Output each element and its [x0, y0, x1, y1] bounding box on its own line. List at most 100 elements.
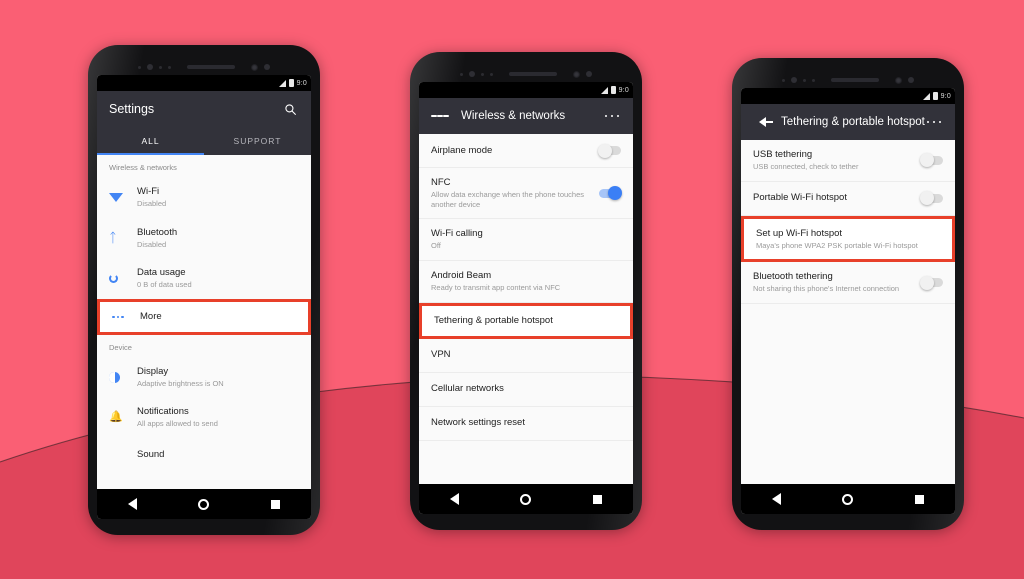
list-item-subtitle: Adaptive brightness is ON [137, 378, 224, 388]
battery-icon [288, 79, 294, 87]
list-item-title: Cellular networks [431, 383, 504, 395]
wireless-list: Airplane mode NFC Allow data exchange wh… [419, 134, 633, 484]
led-indicator-icon [812, 78, 815, 82]
hamburger-icon[interactable] [431, 107, 449, 125]
list-item-notifications[interactable]: 🔔 Notifications All apps allowed to send [97, 397, 311, 438]
list-item-more[interactable]: More [97, 298, 311, 335]
section-header-device: Device [109, 342, 132, 352]
light-sensor-icon [803, 78, 806, 82]
search-icon[interactable] [281, 100, 299, 118]
list-item-subtitle: Not sharing this phone's Internet connec… [753, 284, 900, 294]
list-item-title: Network settings reset [431, 417, 525, 429]
battery-icon [610, 86, 616, 94]
recents-nav-icon[interactable] [593, 494, 603, 504]
list-item-subtitle: USB connected, check to tether [753, 161, 859, 171]
list-item-title: Wi-Fi calling [431, 228, 483, 240]
sensor-icon [264, 64, 270, 70]
tethering-list: USB tethering USB connected, check to te… [741, 140, 955, 484]
status-bar: 9:0 [741, 88, 955, 104]
page-title: Wireless & networks [461, 110, 566, 122]
tab-all[interactable]: ALL [97, 127, 204, 155]
list-item-nfc[interactable]: NFC Allow data exchange when the phone t… [419, 168, 633, 220]
list-item-bluetooth[interactable]: ᛏ Bluetooth Disabled [97, 218, 311, 259]
bluetooth-tethering-toggle[interactable] [920, 275, 943, 290]
settings-list: Wireless & networks Wi-Fi Disabled ᛏ Blu… [97, 155, 311, 489]
list-item-sound[interactable]: Sound [97, 438, 311, 472]
list-item-title: Notifications [137, 406, 189, 418]
list-item-title: Data usage [137, 267, 186, 279]
status-clock: 9:0 [618, 86, 629, 94]
status-clock: 9:0 [296, 79, 307, 87]
section-header-wireless: Wireless & networks [109, 163, 177, 172]
front-camera-icon [573, 70, 580, 78]
display-icon [109, 371, 137, 383]
list-item-android-beam[interactable]: Android Beam Ready to transmit app conte… [419, 261, 633, 303]
usb-tethering-toggle[interactable] [920, 153, 943, 168]
home-nav-icon[interactable] [520, 493, 532, 505]
list-item-subtitle: All apps allowed to send [137, 419, 218, 429]
tab-all-label: ALL [141, 136, 160, 146]
list-item-subtitle: Ready to transmit app content via NFC [431, 282, 561, 292]
iris-sensor-icon [147, 64, 153, 70]
portable-hotspot-toggle[interactable] [920, 191, 943, 206]
tab-support-label: SUPPORT [233, 136, 282, 146]
list-item-airplane-mode[interactable]: Airplane mode [419, 134, 633, 168]
list-item-title: Bluetooth tethering [753, 271, 833, 283]
signal-icon [922, 92, 930, 100]
phone-screen-settings: 9:0 Settings ALL SUPPORT Wireless & netw… [97, 75, 311, 519]
list-item-network-settings-reset[interactable]: Network settings reset [419, 407, 633, 441]
list-item-title: Wi-Fi [137, 186, 160, 197]
more-icon [112, 315, 140, 319]
earpiece-speaker [187, 65, 235, 69]
back-nav-icon[interactable] [127, 498, 137, 510]
overflow-menu-icon[interactable] [603, 107, 621, 125]
front-camera-icon [251, 63, 258, 71]
recents-nav-icon[interactable] [915, 494, 925, 504]
page-title: Settings [109, 102, 155, 116]
list-item-portable-wifi-hotspot[interactable]: Portable Wi-Fi hotspot [741, 182, 955, 216]
list-item-subtitle: Off [431, 241, 441, 251]
back-nav-icon[interactable] [771, 493, 781, 505]
list-item-title: Display [137, 365, 169, 377]
list-item-data-usage[interactable]: Data usage 0 B of data used [97, 258, 311, 299]
android-nav-bar [419, 484, 633, 514]
phone-top-bezel [419, 66, 633, 82]
nfc-toggle[interactable] [599, 186, 622, 201]
home-nav-icon[interactable] [198, 498, 210, 510]
page-title: Tethering & portable hotspot [781, 116, 925, 128]
list-item-bluetooth-tethering[interactable]: Bluetooth tethering Not sharing this pho… [741, 262, 955, 304]
list-item-subtitle: 0 B of data used [137, 280, 192, 290]
home-nav-icon[interactable] [842, 493, 854, 505]
iris-sensor-icon [791, 77, 797, 83]
back-arrow-icon[interactable] [753, 113, 773, 131]
list-item-setup-wifi-hotspot[interactable]: Set up Wi-Fi hotspot Maya's phone WPA2 P… [741, 215, 955, 263]
list-item-wifi-calling[interactable]: Wi-Fi calling Off [419, 219, 633, 261]
light-sensor-icon [481, 72, 484, 76]
list-item-usb-tethering[interactable]: USB tethering USB connected, check to te… [741, 140, 955, 182]
list-item-title: USB tethering [753, 149, 813, 160]
light-sensor-icon [159, 65, 162, 69]
overflow-menu-icon[interactable] [925, 113, 943, 131]
android-nav-bar [97, 489, 311, 519]
list-item-title: Set up Wi-Fi hotspot [756, 227, 843, 239]
tab-support[interactable]: SUPPORT [204, 127, 311, 155]
signal-icon [278, 79, 286, 87]
signal-icon [600, 86, 608, 94]
app-bar-settings: Settings [97, 91, 311, 127]
airplane-mode-toggle[interactable] [598, 143, 621, 158]
list-item-display[interactable]: Display Adaptive brightness is ON [97, 357, 311, 398]
list-item-tethering-hotspot[interactable]: Tethering & portable hotspot [419, 302, 633, 339]
list-item-title: Sound [137, 449, 165, 461]
recents-nav-icon[interactable] [271, 499, 281, 509]
list-item-cellular-networks[interactable]: Cellular networks [419, 373, 633, 407]
phone-top-bezel [97, 59, 311, 75]
list-item-wifi[interactable]: Wi-Fi Disabled [97, 177, 311, 218]
back-nav-icon[interactable] [449, 493, 459, 505]
app-bar-tethering: Tethering & portable hotspot [741, 104, 955, 140]
earpiece-speaker [831, 78, 879, 82]
notifications-icon: 🔔 [109, 411, 123, 424]
list-item-vpn[interactable]: VPN [419, 339, 633, 373]
phone-device-wireless: 9:0 Wireless & networks Airplane mode NF… [410, 52, 642, 530]
phone-screen-wireless: 9:0 Wireless & networks Airplane mode NF… [419, 82, 633, 514]
list-item-title: Airplane mode [431, 144, 493, 156]
